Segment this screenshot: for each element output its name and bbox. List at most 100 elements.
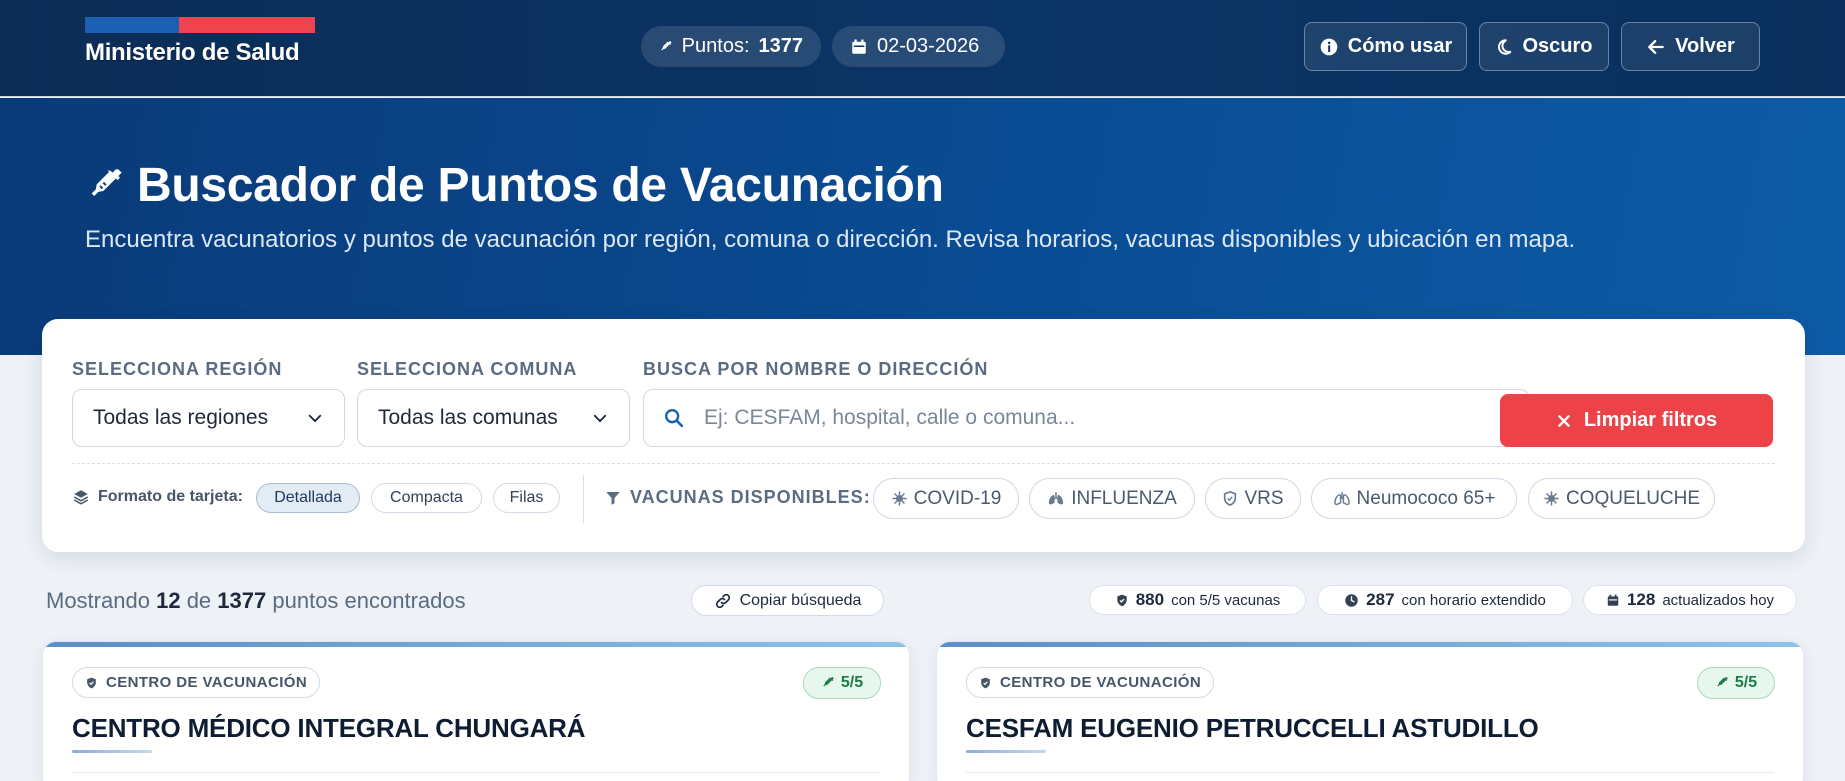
card-title: CESFAM EUGENIO PETRUCCELLI ASTUDILLO [966,713,1539,743]
back-label: Volver [1675,35,1735,57]
stat-label: con 5/5 vacunas [1171,591,1281,609]
search-box [643,389,1530,447]
vaccine-filter-influenza[interactable]: INFLUENZA [1029,478,1195,519]
logo-text: Ministerio de Salud [85,39,300,66]
vaccine-filter-label: COVID-19 [913,487,1002,509]
copy-search-label: Copiar búsqueda [739,591,862,609]
card-title: CENTRO MÉDICO INTEGRAL CHUNGARÁ [72,713,586,743]
vaccination-point-card[interactable]: CENTRO DE VACUNACIÓN 5/5 CENTRO MÉDICO I… [42,641,910,781]
vaccines-label-text: VACUNAS DISPONIBLES: [630,487,871,507]
lungs-icon [1049,492,1064,505]
shield-icon [1224,490,1237,507]
card-vaccine-score: 5/5 [1697,667,1775,699]
card-title-underline [72,750,152,753]
clear-filters-button[interactable]: Limpiar filtros [1500,394,1773,447]
close-icon [1557,414,1570,427]
how-to-use-label: Cómo usar [1347,35,1453,57]
filter-panel: SELECCIONA REGIÓN Todas las regiones SEL… [42,319,1805,552]
back-button[interactable]: Volver [1621,22,1760,71]
results-suffix: puntos encontrados [272,588,466,613]
card-title-underline [966,750,1046,753]
card-format-label: Formato de tarjeta: [72,488,243,506]
info-icon [1320,38,1338,55]
vaccine-filter-vrs[interactable]: VRS [1205,478,1301,519]
points-label: Puntos: [681,35,750,57]
vaccine-filter-label: Neumococo 65+ [1356,487,1496,509]
card-accent-strip [937,642,1803,647]
stat-value: 880 [1135,590,1165,609]
card-type-badge: CENTRO DE VACUNACIÓN [966,667,1215,698]
vaccines-label: VACUNAS DISPONIBLES: [604,487,871,508]
card-type-label: CENTRO DE VACUNACIÓN [106,674,308,691]
format-option-filas[interactable]: Filas [493,483,560,513]
filter-separator [583,475,584,523]
search-input[interactable] [704,406,1529,430]
how-to-use-button[interactable]: Cómo usar [1304,22,1467,71]
syringe-icon [1717,677,1728,687]
stat-label: con horario extendido [1401,591,1546,609]
card-divider [72,772,880,773]
clock-icon [1345,593,1358,607]
filter-divider [72,463,1775,464]
hero-banner: Buscador de Puntos de Vacunación Encuent… [0,98,1845,355]
stat-value: 128 [1626,590,1656,609]
format-option-compacta[interactable]: Compacta [371,483,482,513]
stat-value: 287 [1366,590,1395,609]
region-select-value: Todas las regiones [93,406,269,429]
dark-mode-button[interactable]: Oscuro [1479,22,1609,71]
stat-label: actualizados hoy [1662,591,1775,609]
syringe-icon [91,168,122,196]
region-label: SELECCIONA REGIÓN [72,359,283,379]
shield-icon [87,677,96,688]
syringe-icon [661,40,672,50]
bacteria-icon [1544,491,1559,506]
top-bar: Ministerio de Salud Puntos: 1377 02-03-2… [0,0,1845,97]
comuna-select[interactable]: Todas las comunas [357,389,630,447]
search-label: BUSCA POR NOMBRE O DIRECCIÓN [643,359,989,379]
vaccine-filter-neumococo[interactable]: Neumococo 65+ [1311,478,1517,519]
page-title: Buscador de Puntos de Vacunación [85,158,944,213]
vaccine-filter-label: INFLUENZA [1071,487,1177,509]
stat-badge-extended-hours: 287 con horario extendido [1317,585,1573,615]
calendar-icon [1607,594,1619,606]
points-chip: Puntos: 1377 [641,26,821,67]
region-select[interactable]: Todas las regiones [72,389,345,447]
syringe-icon [823,677,834,687]
page-title-text: Buscador de Puntos de Vacunación [137,159,944,212]
comuna-select-value: Todas las comunas [378,406,558,429]
clear-filters-label: Limpiar filtros [1583,409,1718,431]
stat-badge-complete: 880 con 5/5 vacunas [1089,585,1306,615]
copy-search-button[interactable]: Copiar búsqueda [691,585,884,616]
card-accent-strip [43,642,909,647]
search-icon [644,407,704,429]
link-icon [715,593,730,608]
date-text: 02-03-2026 [877,35,980,57]
card-format-label-text: Formato de tarjeta: [98,488,243,505]
arrow-left-icon [1648,39,1664,54]
results-shown-count: 12 [156,588,181,613]
vaccination-point-card[interactable]: CENTRO DE VACUNACIÓN 5/5 CESFAM EUGENIO … [936,641,1804,781]
card-type-label: CENTRO DE VACUNACIÓN [1000,674,1202,691]
filter-icon [606,491,620,505]
card-divider [966,772,1774,773]
card-score-value: 5/5 [840,674,864,691]
lungs-icon [1333,492,1350,506]
results-total-count: 1377 [217,588,267,613]
dark-mode-label: Oscuro [1522,35,1593,57]
vaccine-filter-covid[interactable]: COVID-19 [873,478,1019,519]
date-chip: 02-03-2026 [832,26,1005,67]
chevron-down-icon [593,414,607,423]
vaccine-filter-coqueluche[interactable]: COQUELUCHE [1528,478,1715,519]
shield-icon [1117,594,1127,606]
moon-icon [1498,38,1512,55]
logo-flag [85,17,315,33]
shield-icon [981,677,990,688]
calendar-icon [852,39,866,54]
stat-badge-updated-today: 128 actualizados hoy [1583,585,1797,615]
vaccine-filter-label: COQUELUCHE [1565,487,1701,509]
format-option-detallada[interactable]: Detallada [256,483,360,513]
ministry-logo[interactable]: Ministerio de Salud [85,17,315,67]
card-vaccine-score: 5/5 [803,667,881,699]
vaccine-filter-label: VRS [1244,487,1284,509]
page-subtitle: Encuentra vacunatorios y puntos de vacun… [85,226,1576,253]
